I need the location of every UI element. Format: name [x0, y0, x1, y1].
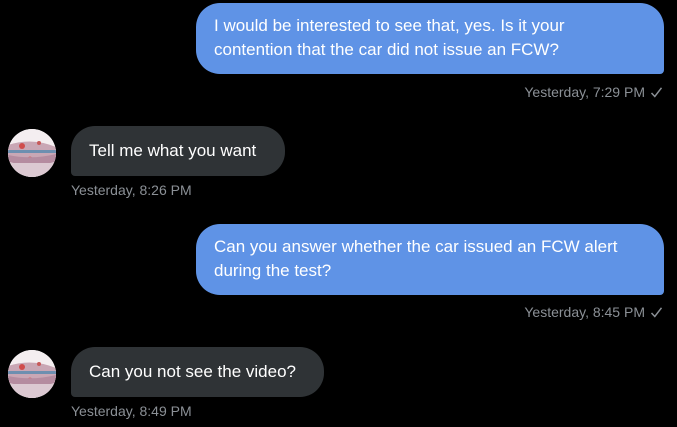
timestamp-text: Yesterday, 8:26 PM: [71, 182, 192, 198]
outgoing-message-bubble[interactable]: I would be interested to see that, yes. …: [196, 3, 664, 74]
check-icon: [650, 307, 663, 318]
timestamp-text: Yesterday, 8:45 PM: [524, 304, 645, 320]
message-text: I would be interested to see that, yes. …: [214, 16, 565, 59]
incoming-message-bubble[interactable]: Tell me what you want: [71, 126, 285, 176]
avatar[interactable]: [8, 129, 56, 177]
message-text: Can you not see the video?: [89, 362, 296, 381]
timestamp-text: Yesterday, 7:29 PM: [524, 84, 645, 100]
message-timestamp: Yesterday, 8:49 PM: [71, 402, 192, 420]
message-timestamp: Yesterday, 7:29 PM: [524, 83, 663, 101]
check-icon: [650, 87, 663, 98]
avatar-image: [8, 350, 56, 398]
outgoing-message-bubble[interactable]: Can you answer whether the car issued an…: [196, 224, 664, 295]
avatar[interactable]: [8, 350, 56, 398]
timestamp-text: Yesterday, 8:49 PM: [71, 403, 192, 419]
message-text: Tell me what you want: [89, 141, 257, 160]
avatar-image: [8, 129, 56, 177]
message-timestamp: Yesterday, 8:45 PM: [524, 303, 663, 321]
message-text: Can you answer whether the car issued an…: [214, 237, 618, 280]
message-thread: I would be interested to see that, yes. …: [0, 0, 677, 427]
message-timestamp: Yesterday, 8:26 PM: [71, 181, 192, 199]
incoming-message-bubble[interactable]: Can you not see the video?: [71, 347, 324, 397]
